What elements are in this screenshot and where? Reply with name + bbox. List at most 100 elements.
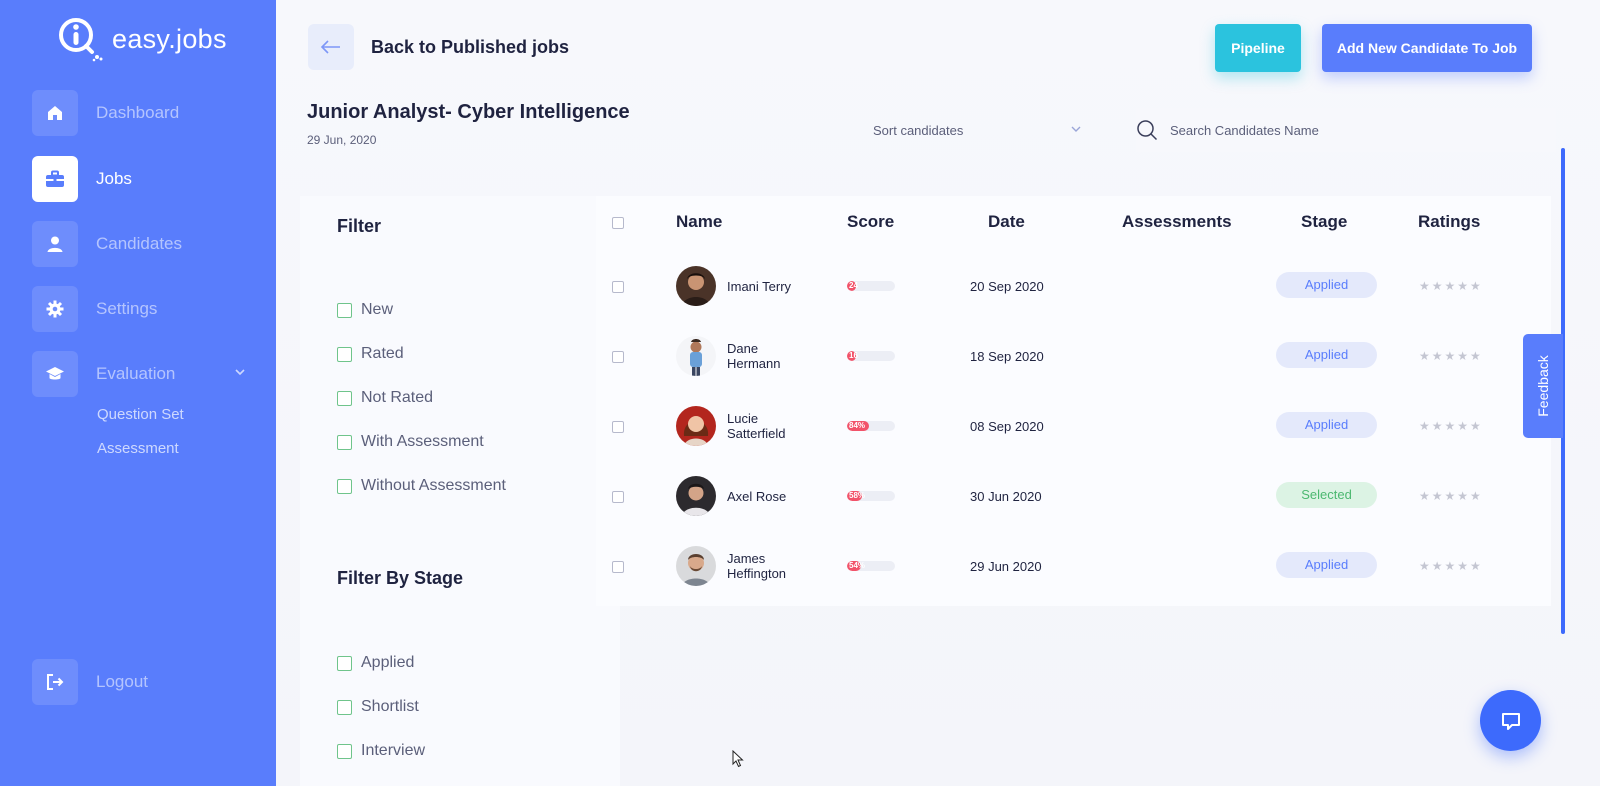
candidate-date: 08 Sep 2020 [970, 419, 1044, 434]
checkbox[interactable] [337, 478, 352, 494]
briefcase-icon [32, 156, 78, 202]
avatar[interactable] [676, 266, 716, 306]
main-content: Back to Published jobs Pipeline Add New … [276, 0, 1600, 786]
rating-stars[interactable]: ★★★★★ [1419, 419, 1483, 433]
checkbox[interactable] [337, 434, 352, 450]
avatar[interactable] [676, 406, 716, 446]
column-header-date[interactable]: Date [988, 212, 1025, 232]
filter-option-label: Not Rated [361, 389, 434, 406]
score-fill: 84% [847, 421, 870, 431]
filter-option-without-assessment[interactable]: Without Assessment [337, 477, 506, 495]
score-fill: 16 [847, 351, 858, 361]
sidebar-item-dashboard[interactable]: Dashboard [32, 90, 252, 136]
score-bar: 54% [847, 561, 895, 571]
rating-stars[interactable]: ★★★★★ [1419, 559, 1483, 573]
checkbox[interactable] [337, 302, 352, 318]
filter-stage-applied[interactable]: Applied [337, 654, 414, 672]
sidebar-item-label: Logout [96, 672, 148, 691]
sort-candidates-select[interactable]: Sort candidates [873, 116, 1083, 144]
filter-stage-shortlist[interactable]: Shortlist [337, 698, 419, 716]
filter-option-label: Rated [361, 345, 404, 362]
candidate-name-line: Hermann [727, 356, 781, 371]
sidebar-item-label: Candidates [96, 234, 183, 253]
candidate-name[interactable]: Axel Rose [727, 489, 786, 504]
checkbox[interactable] [337, 346, 352, 362]
row-checkbox[interactable] [612, 491, 624, 503]
stage-badge[interactable]: Applied [1276, 272, 1377, 298]
back-button[interactable] [308, 24, 354, 70]
sidebar-item-logout[interactable]: Logout [32, 659, 252, 705]
checkbox[interactable] [337, 743, 352, 759]
stage-badge[interactable]: Applied [1276, 552, 1377, 578]
logo-text: easy.jobs [112, 23, 227, 54]
sidebar-item-evaluation[interactable]: Evaluation [32, 351, 252, 397]
sidebar-item-settings[interactable]: Settings [32, 286, 252, 332]
graduation-cap-icon [32, 351, 78, 397]
row-checkbox[interactable] [612, 561, 624, 573]
home-icon [32, 90, 78, 136]
filter-option-not-rated[interactable]: Not Rated [337, 389, 433, 407]
stage-badge[interactable]: Applied [1276, 342, 1377, 368]
candidates-table: Name Score Date Assessments Stage Rating… [596, 196, 1551, 606]
logo[interactable]: easy.jobs [56, 16, 227, 62]
candidate-date: 20 Sep 2020 [970, 279, 1044, 294]
candidate-name[interactable]: James Heffington [727, 551, 786, 581]
feedback-tab[interactable]: Feedback [1523, 334, 1563, 438]
chevron-down-icon [1071, 126, 1081, 132]
filter-stage-interview[interactable]: Interview [337, 742, 425, 760]
avatar[interactable] [676, 546, 716, 586]
checkbox[interactable] [337, 655, 352, 671]
feedback-label: Feedback [1535, 355, 1551, 417]
row-checkbox[interactable] [612, 281, 624, 293]
candidate-date: 29 Jun 2020 [970, 559, 1042, 574]
checkbox[interactable] [337, 390, 352, 406]
filter-option-with-assessment[interactable]: With Assessment [337, 433, 484, 451]
row-checkbox[interactable] [612, 351, 624, 363]
job-date: 29 Jun, 2020 [307, 133, 377, 147]
score-bar: 84% [847, 421, 895, 431]
table-row[interactable]: Imani Terry 24 20 Sep 2020 Applied ★★★★★ [596, 251, 1551, 321]
rating-stars[interactable]: ★★★★★ [1419, 349, 1483, 363]
avatar[interactable] [676, 336, 716, 376]
sort-placeholder: Sort candidates [873, 122, 964, 138]
candidate-name[interactable]: Dane Hermann [727, 341, 780, 371]
candidate-date: 18 Sep 2020 [970, 349, 1044, 364]
avatar[interactable] [676, 476, 716, 516]
table-row[interactable]: Axel Rose 58% 30 Jun 2020 Selected ★★★★★ [596, 461, 1551, 531]
rating-stars[interactable]: ★★★★★ [1419, 489, 1483, 503]
search-icon [1137, 120, 1158, 141]
filter-option-rated[interactable]: Rated [337, 345, 404, 363]
column-header-name[interactable]: Name [676, 212, 722, 232]
stage-badge[interactable]: Applied [1276, 412, 1377, 438]
add-candidate-button[interactable]: Add New Candidate To Job [1322, 24, 1532, 72]
gear-icon [32, 286, 78, 332]
select-all-checkbox[interactable] [612, 217, 624, 229]
checkbox[interactable] [337, 699, 352, 715]
column-header-stage: Stage [1301, 212, 1348, 231]
table-row[interactable]: Lucie Satterfield 84% 08 Sep 2020 Applied… [596, 391, 1551, 461]
table-row[interactable]: James Heffington 54% 29 Jun 2020 Applied … [596, 531, 1551, 601]
back-to-jobs-link[interactable]: Back to Published jobs [371, 37, 569, 58]
row-checkbox[interactable] [612, 421, 624, 433]
candidate-name[interactable]: Lucie Satterfield [727, 411, 786, 441]
column-header-score[interactable]: Score [847, 212, 894, 232]
search-input[interactable] [1170, 122, 1510, 138]
sidebar-subitem-assessment[interactable]: Assessment [97, 440, 179, 457]
chat-button[interactable] [1480, 690, 1541, 751]
sidebar-subitem-question-set[interactable]: Question Set [97, 406, 184, 423]
chevron-down-icon[interactable] [234, 365, 246, 383]
rating-stars[interactable]: ★★★★★ [1419, 279, 1483, 293]
filter-by-stage-heading: Filter By Stage [337, 568, 464, 588]
score-bar: 16 [847, 351, 895, 361]
sidebar-item-candidates[interactable]: Candidates [32, 221, 252, 267]
arrow-left-icon [320, 40, 340, 54]
candidate-name[interactable]: Imani Terry [727, 279, 791, 294]
pipeline-button[interactable]: Pipeline [1215, 24, 1301, 72]
logo-icon [56, 16, 104, 62]
filter-option-new[interactable]: New [337, 301, 393, 319]
filter-panel: Filter New Rated Not Rated With Assessme… [300, 196, 620, 786]
sidebar-item-jobs[interactable]: Jobs [32, 156, 252, 202]
column-header-ratings: Ratings [1418, 212, 1481, 231]
stage-badge[interactable]: Selected [1276, 482, 1377, 508]
table-row[interactable]: Dane Hermann 16 18 Sep 2020 Applied ★★★★★ [596, 321, 1551, 391]
